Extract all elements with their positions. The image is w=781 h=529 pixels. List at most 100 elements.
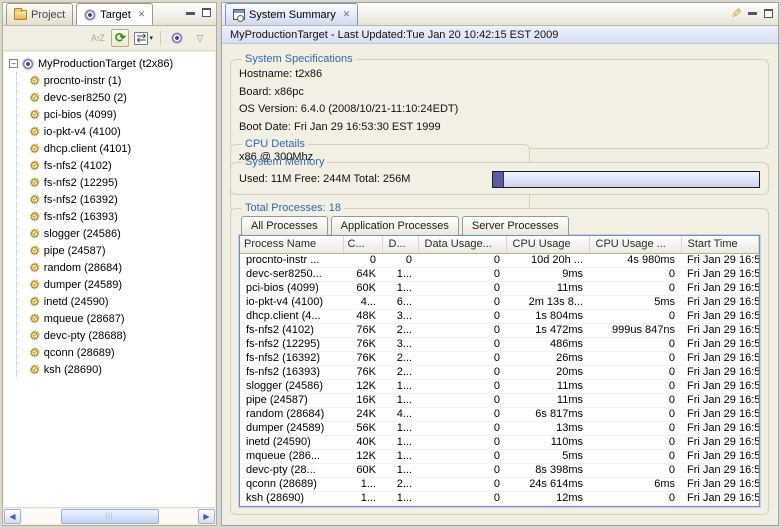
tree-item[interactable]: ⚙ fs-nfs2 (4102) <box>17 157 215 174</box>
tree-item[interactable]: ⚙ dumper (24589) <box>17 276 215 293</box>
process-row[interactable]: dhcp.client (4... 48K 3... 0 1s 804ms 0 … <box>240 310 759 324</box>
tree-item[interactable]: ⚙ fs-nfs2 (16392) <box>17 191 215 208</box>
close-icon[interactable]: ✕ <box>343 9 351 20</box>
tree-item[interactable]: ⚙ devc-ser8250 (2) <box>17 89 215 106</box>
refresh-button[interactable]: ⟳ <box>111 29 129 47</box>
column-header[interactable]: CPU Usage <box>506 236 589 254</box>
process-tab[interactable]: Application Processes <box>331 216 459 235</box>
cell-start-time: Fri Jan 29 16:53... <box>681 478 759 492</box>
view-menu-icon[interactable]: ▽ <box>191 29 209 47</box>
process-row[interactable]: devc-pty (28... 60K 1... 0 8s 398ms 0 Fr… <box>240 464 759 478</box>
tree-item[interactable]: ⚙ ksh (28690) <box>17 361 215 378</box>
column-header[interactable]: CPU Usage ... <box>589 236 681 254</box>
tree-item[interactable]: ⚙ slogger (24586) <box>17 225 215 242</box>
column-header[interactable]: Process Name <box>240 236 343 254</box>
scroll-right-icon[interactable]: ▶ <box>198 509 215 524</box>
memory-usage-text: Used: 11M Free: 244M Total: 256M <box>239 173 410 185</box>
tree-item[interactable]: ⚙ dhcp.client (4101) <box>17 140 215 157</box>
tab-system-summary[interactable]: System Summary ✕ <box>225 3 358 25</box>
table-header-row: Process Name C... D... Data Usage... CPU… <box>240 236 759 254</box>
process-row[interactable]: inetd (24590) 40K 1... 0 110ms 0 Fri Jan… <box>240 436 759 450</box>
column-header[interactable]: C... <box>343 236 382 254</box>
tree-item[interactable]: ⚙ mqueue (28687) <box>17 310 215 327</box>
process-gear-icon: ⚙ <box>29 228 40 240</box>
process-tab[interactable]: All Processes <box>241 216 328 235</box>
tree-root-row[interactable]: − MyProductionTarget (t2x86) <box>4 55 215 72</box>
new-target-button[interactable] <box>168 29 186 47</box>
toolbar-separator <box>160 31 161 45</box>
total-processes-title: Total Processes: 18 <box>242 202 344 214</box>
process-gear-icon: ⚙ <box>29 211 40 223</box>
close-icon[interactable]: ✕ <box>138 9 146 20</box>
column-header[interactable]: Data Usage... <box>418 236 506 254</box>
tree-item[interactable]: ⚙ inetd (24590) <box>17 293 215 310</box>
tree-item-label: dhcp.client (4101) <box>44 143 131 155</box>
tab-project[interactable]: Project <box>6 3 73 25</box>
process-row[interactable]: fs-nfs2 (12295) 76K 3... 0 486ms 0 Fri J… <box>240 338 759 352</box>
cell-process-name: dumper (24589) <box>240 422 343 436</box>
connection-button[interactable]: ⇄ ▾ <box>134 29 153 47</box>
process-row[interactable]: io-pkt-v4 (4100) 4... 6... 0 2m 13s 8...… <box>240 296 759 310</box>
collapse-icon[interactable]: − <box>9 59 18 68</box>
pencil-icon[interactable]: ✎ <box>731 8 741 19</box>
cell-data-usage: 0 <box>418 268 506 282</box>
tree-item-label: pci-bios (4099) <box>44 109 117 121</box>
maximize-icon[interactable] <box>202 8 211 17</box>
process-row[interactable]: fs-nfs2 (16393) 76K 2... 0 20ms 0 Fri Ja… <box>240 366 759 380</box>
scroll-left-icon[interactable]: ◀ <box>4 509 21 524</box>
cell-process-name: devc-pty (28... <box>240 464 343 478</box>
process-row[interactable]: slogger (24586) 12K 1... 0 11ms 0 Fri Ja… <box>240 380 759 394</box>
process-row[interactable]: pipe (24587) 16K 1... 0 11ms 0 Fri Jan 2… <box>240 394 759 408</box>
dropdown-arrow-icon: ▾ <box>149 34 153 42</box>
maximize-icon[interactable] <box>764 9 773 18</box>
tree-item-label: devc-pty (28688) <box>44 330 127 342</box>
target-icon <box>22 58 34 70</box>
cell-cpu-usage: 1s 472ms <box>506 324 589 338</box>
process-row[interactable]: pci-bios (4099) 60K 1... 0 11ms 0 Fri Ja… <box>240 282 759 296</box>
process-row[interactable]: fs-nfs2 (16392) 76K 2... 0 26ms 0 Fri Ja… <box>240 352 759 366</box>
tree-item-label: dumper (24589) <box>44 279 122 291</box>
process-gear-icon: ⚙ <box>29 177 40 189</box>
process-row[interactable]: dumper (24589) 56K 1... 0 13ms 0 Fri Jan… <box>240 422 759 436</box>
cell-start-time: Fri Jan 29 16:53... <box>681 310 759 324</box>
cell-code-usage: 76K <box>343 366 382 380</box>
minimize-icon[interactable] <box>748 12 757 15</box>
cell-data: 2... <box>382 324 418 338</box>
process-tab[interactable]: Server Processes <box>462 216 569 235</box>
left-tabbar: Project Target ✕ <box>3 3 216 26</box>
tab-target[interactable]: Target ✕ <box>76 3 153 25</box>
process-row[interactable]: fs-nfs2 (4102) 76K 2... 0 1s 472ms 999us… <box>240 324 759 338</box>
tree-item[interactable]: ⚙ io-pkt-v4 (4100) <box>17 123 215 140</box>
cell-process-name: devc-ser8250... <box>240 268 343 282</box>
process-row[interactable]: procnto-instr ... 0 0 0 10d 20h ... 4s 9… <box>240 254 759 268</box>
tree-item[interactable]: ⚙ fs-nfs2 (16393) <box>17 208 215 225</box>
system-summary-icon <box>233 9 245 20</box>
cell-cpu-usage: 8s 398ms <box>506 464 589 478</box>
column-header[interactable]: D... <box>382 236 418 254</box>
cell-process-name: procnto-instr ... <box>240 254 343 268</box>
process-table-wrap: Process Name C... D... Data Usage... CPU… <box>239 235 760 507</box>
tree-item[interactable]: ⚙ qconn (28689) <box>17 344 215 361</box>
horizontal-scrollbar[interactable]: ◀ ||| ▶ <box>4 507 215 524</box>
tree-item[interactable]: ⚙ fs-nfs2 (12295) <box>17 174 215 191</box>
tree-item[interactable]: ⚙ pipe (24587) <box>17 242 215 259</box>
cell-data: 0 <box>382 254 418 268</box>
scrollbar-thumb[interactable]: ||| <box>61 509 159 524</box>
cell-data-usage: 0 <box>418 478 506 492</box>
cell-start-time: Fri Jan 29 16:53... <box>681 464 759 478</box>
process-row[interactable]: devc-ser8250... 64K 1... 0 9ms 0 Fri Jan… <box>240 268 759 282</box>
process-row[interactable]: qconn (28689) 1... 2... 0 24s 614ms 6ms … <box>240 478 759 492</box>
tree-item[interactable]: ⚙ random (28684) <box>17 259 215 276</box>
process-row[interactable]: mqueue (286... 12K 1... 0 5ms 0 Fri Jan … <box>240 450 759 464</box>
column-header[interactable]: Start Time <box>681 236 759 254</box>
process-row[interactable]: ksh (28690) 1... 1... 0 12ms 0 Fri Jan 2… <box>240 492 759 506</box>
tree-item[interactable]: ⚙ procnto-instr (1) <box>17 72 215 89</box>
folder-icon <box>14 10 27 20</box>
scrollbar-track[interactable]: ||| <box>22 509 197 524</box>
process-row[interactable]: random (28684) 24K 4... 0 6s 817ms 0 Fri… <box>240 408 759 422</box>
tree-item-label: random (28684) <box>44 262 122 274</box>
tree-item[interactable]: ⚙ pci-bios (4099) <box>17 106 215 123</box>
minimize-icon[interactable] <box>186 12 195 15</box>
tree-item[interactable]: ⚙ devc-pty (28688) <box>17 327 215 344</box>
sort-icon[interactable]: A↑Z <box>88 29 106 47</box>
